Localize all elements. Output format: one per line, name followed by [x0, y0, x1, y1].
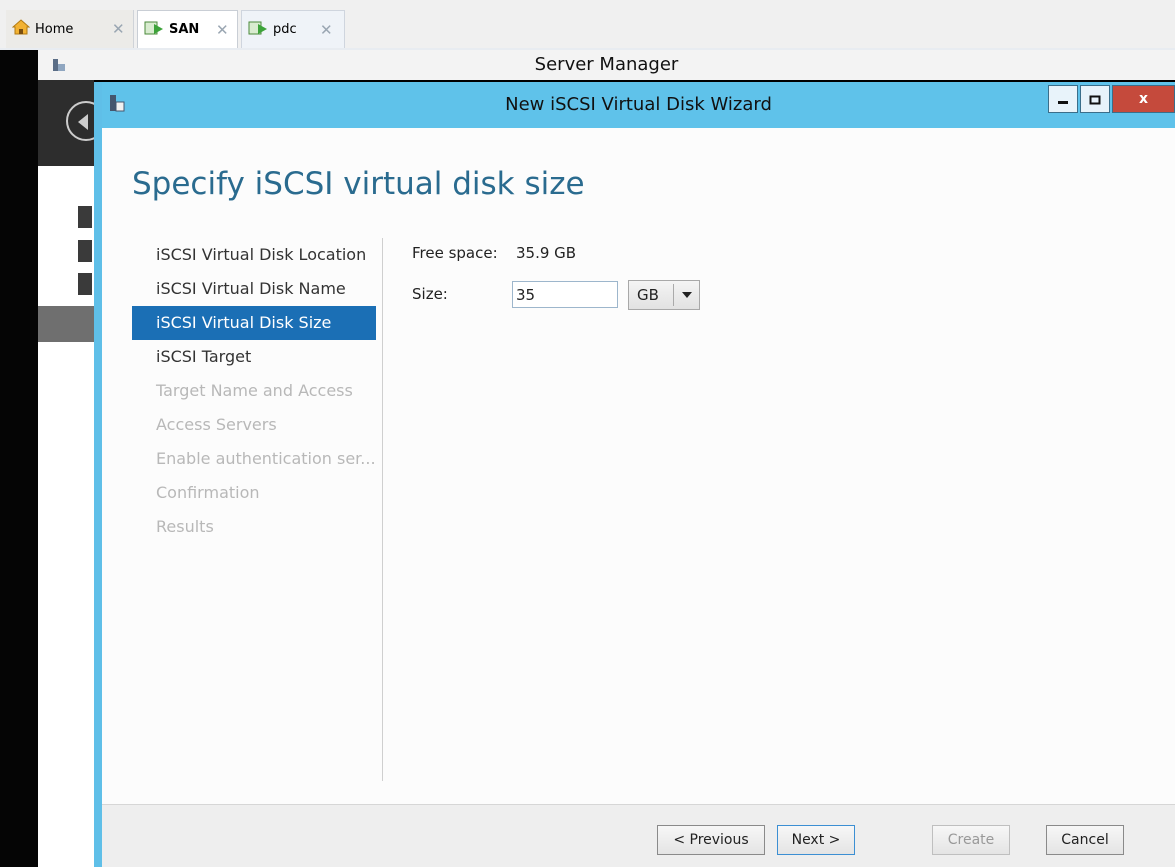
wizard-window: New iSCSI Virtual Disk Wizard x Specify … [94, 82, 1175, 867]
chevron-down-icon [682, 292, 692, 298]
step-confirmation: Confirmation [156, 483, 260, 502]
tab-pdc[interactable]: pdc ✕ [241, 10, 345, 48]
wizard-title: New iSCSI Virtual Disk Wizard [505, 94, 772, 115]
close-tab-icon[interactable]: ✕ [216, 21, 229, 39]
local-server-icon[interactable] [78, 240, 92, 262]
wizard-steps: iSCSI Virtual Disk Location iSCSI Virtua… [132, 238, 376, 544]
minimize-icon [1057, 90, 1069, 109]
cancel-button[interactable]: Cancel [1046, 825, 1124, 855]
vm-tab-bar: Home ✕ SAN ✕ pdc ✕ [0, 0, 1175, 50]
next-button[interactable]: Next > [777, 825, 855, 855]
tab-san-label: SAN [169, 22, 200, 37]
size-unit-value: GB [637, 286, 659, 304]
close-tab-icon[interactable]: ✕ [112, 20, 125, 38]
previous-button[interactable]: < Previous [657, 825, 765, 855]
create-button: Create [932, 825, 1010, 855]
tab-home-label: Home [35, 21, 74, 37]
dropdown-separator [673, 284, 674, 306]
step-iscsi-target[interactable]: iSCSI Target [132, 340, 376, 374]
steps-divider [382, 238, 383, 781]
vm-icon [248, 19, 268, 41]
server-manager-title: Server Manager [38, 50, 1175, 80]
size-unit-select[interactable]: GB [628, 280, 700, 310]
close-button[interactable]: x [1112, 85, 1175, 113]
dashboard-icon[interactable] [78, 206, 92, 228]
maximize-button[interactable] [1080, 85, 1110, 113]
step-results: Results [156, 517, 214, 536]
tab-pdc-label: pdc [273, 22, 297, 37]
step-target-name-access: Target Name and Access [156, 381, 353, 400]
size-input[interactable] [512, 281, 618, 308]
home-icon [11, 19, 31, 39]
step-disk-name[interactable]: iSCSI Virtual Disk Name [132, 272, 376, 306]
server-manager-icon [52, 57, 66, 71]
size-label: Size: [412, 285, 448, 303]
close-icon: x [1138, 91, 1149, 107]
step-disk-size[interactable]: iSCSI Virtual Disk Size [132, 306, 376, 340]
page-title: Specify iSCSI virtual disk size [132, 166, 585, 202]
maximize-icon [1089, 90, 1101, 109]
free-space-value: 35.9 GB [516, 244, 577, 262]
file-storage-nav-selected[interactable] [38, 306, 94, 342]
step-access-servers: Access Servers [156, 415, 277, 434]
vm-icon [144, 19, 164, 41]
tab-san[interactable]: SAN ✕ [137, 10, 238, 48]
server-manager-window [38, 50, 94, 867]
step-disk-location[interactable]: iSCSI Virtual Disk Location [132, 238, 376, 272]
free-space-label: Free space: [412, 244, 498, 262]
all-servers-icon[interactable] [78, 273, 92, 295]
close-tab-icon[interactable]: ✕ [320, 21, 333, 39]
step-enable-authentication: Enable authentication ser... [156, 449, 376, 468]
vm-left-margin [0, 50, 38, 867]
minimize-button[interactable] [1048, 85, 1078, 113]
tab-home[interactable]: Home ✕ [6, 10, 134, 48]
wizard-footer: < Previous Next > Create Cancel [102, 804, 1175, 867]
